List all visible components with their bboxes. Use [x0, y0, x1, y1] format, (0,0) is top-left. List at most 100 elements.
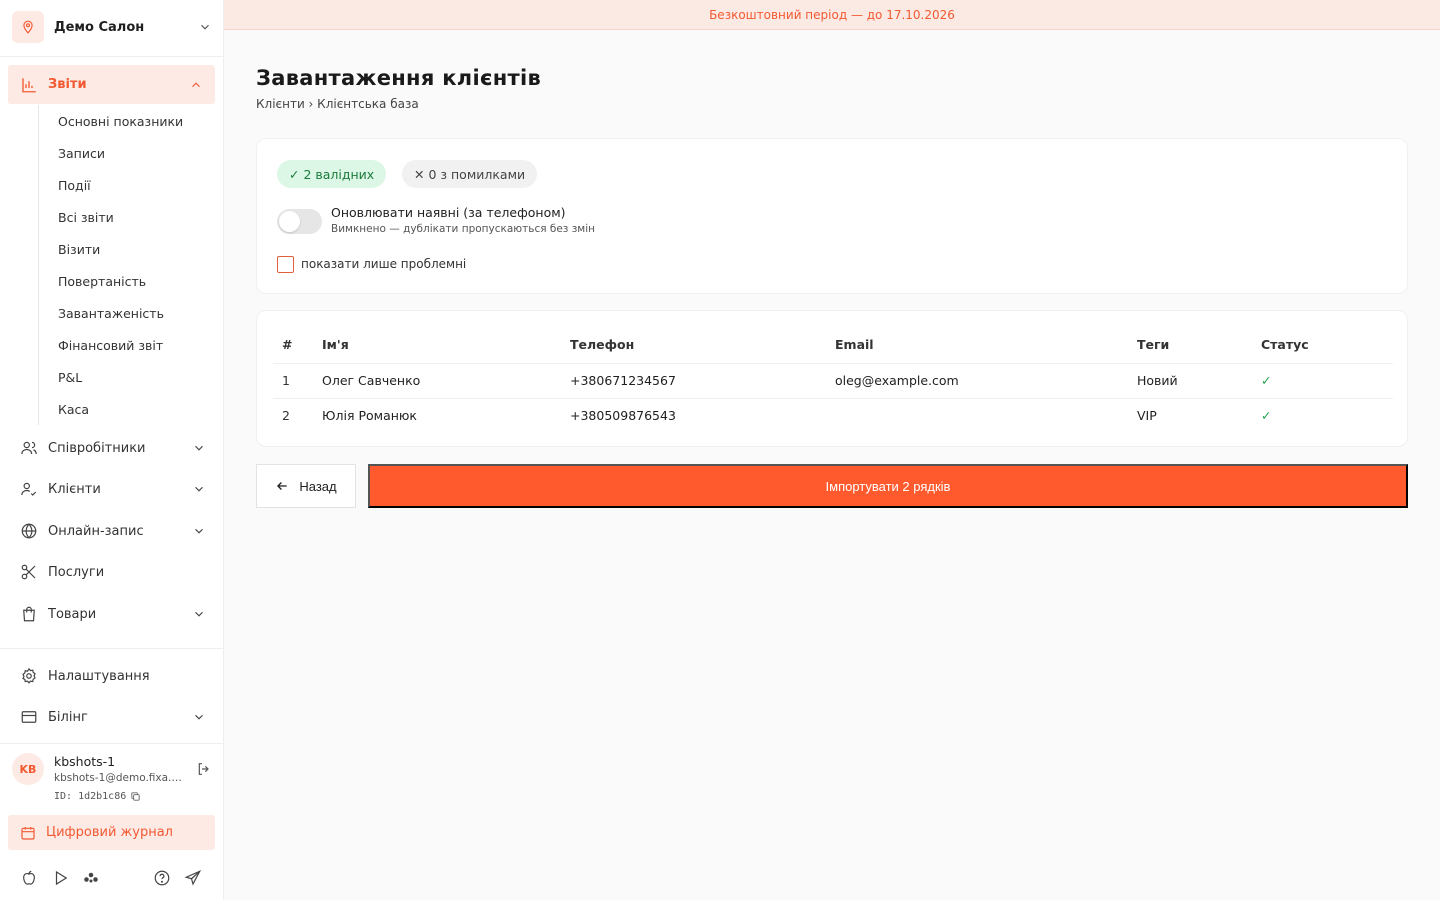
cell-status-check-icon: ✓	[1261, 408, 1272, 424]
avatar: KB	[12, 753, 44, 785]
toggle-title: Оновлювати наявні (за телефоном)	[331, 205, 566, 220]
chevron-down-icon	[198, 20, 212, 34]
nav-item-label: Послуги	[48, 564, 105, 580]
nav-item-services[interactable]: Послуги	[20, 560, 206, 584]
chevron-down-icon	[192, 441, 206, 455]
sidebar: Демо Салон Звіти Основні показники Запис…	[0, 0, 224, 900]
map-pin-icon	[12, 11, 44, 43]
user-email: kbshots-1@demo.fixa.beauty	[54, 772, 186, 784]
import-summary-card: ✓ 2 валідних ✕ 0 з помилками Оновлювати …	[256, 138, 1408, 294]
user-id-text: ID: 1d2b1c86	[54, 791, 127, 802]
table-row: 2 Юлія Романюк +380509876543 VIP ✓	[273, 398, 1393, 433]
subnav-item[interactable]: Фінансовий звіт	[58, 338, 163, 353]
cell-name: Юлія Романюк	[322, 408, 417, 424]
scissors-icon	[20, 563, 38, 581]
cell-tags: Новий	[1128, 363, 1252, 399]
salon-name: Демо Салон	[54, 19, 145, 35]
cell-phone: +380671234567	[561, 363, 826, 399]
salon-selector[interactable]: Демо Салон	[12, 11, 212, 43]
nav-item-label: Налаштування	[48, 668, 150, 684]
cell-tags: VIP	[1137, 408, 1157, 424]
community-icon[interactable]	[82, 869, 100, 887]
subnav-item[interactable]: Всі звіти	[58, 210, 114, 225]
footer-icons	[20, 869, 204, 887]
chevron-down-icon	[192, 524, 206, 538]
subnav-item[interactable]: Основні показники	[58, 114, 183, 129]
show-problems-checkbox[interactable]	[277, 256, 294, 273]
nav-item-label: Звіти	[48, 77, 87, 92]
subnav-item[interactable]: Візити	[58, 242, 100, 257]
divider	[0, 648, 223, 649]
subnav-item[interactable]: Записи	[58, 146, 105, 161]
divider	[0, 56, 223, 57]
play-icon[interactable]	[52, 869, 70, 887]
user-name: kbshots-1	[54, 754, 116, 769]
nav-item-label: Клієнти	[48, 481, 101, 497]
bar-chart-icon	[20, 76, 38, 94]
cell-phone: +380509876543	[570, 408, 676, 424]
digital-journal-button[interactable]: Цифровий журнал	[8, 815, 215, 850]
subnav-item[interactable]: P&L	[58, 370, 82, 385]
toggle-knob	[279, 211, 300, 232]
cell-name: Олег Савченко	[313, 363, 561, 399]
col-header-status: Статус	[1252, 327, 1393, 364]
user-check-icon	[20, 480, 38, 498]
nav-item-settings[interactable]: Налаштування	[20, 664, 206, 688]
cell-index: 1	[273, 363, 313, 399]
reports-submenu: Основні показники Записи Події Всі звіти…	[38, 105, 218, 425]
telegram-icon[interactable]	[184, 869, 202, 887]
divider	[0, 743, 223, 744]
page-title: Завантаження клієнтів	[256, 66, 542, 90]
help-icon[interactable]	[153, 869, 171, 887]
users-icon	[20, 439, 38, 457]
globe-icon	[20, 522, 38, 540]
nav-item-products[interactable]: Товари	[20, 602, 206, 626]
credit-card-icon	[20, 708, 38, 726]
chevron-down-icon	[192, 607, 206, 621]
show-problems-label[interactable]: показати лише проблемні	[301, 257, 466, 271]
chevron-down-icon	[192, 482, 206, 496]
cell-email	[826, 398, 1128, 433]
col-header-name: Ім'я	[313, 327, 561, 364]
col-header-tags: Теги	[1128, 327, 1252, 364]
valid-count-badge: ✓ 2 валідних	[277, 160, 387, 188]
preview-table-card: # Ім'я Телефон Email Теги Статус 1 Олег …	[256, 310, 1408, 447]
arrow-left-icon	[275, 479, 289, 493]
col-header-index: #	[273, 327, 313, 364]
preview-table: # Ім'я Телефон Email Теги Статус 1 Олег …	[273, 327, 1393, 433]
col-header-email: Email	[826, 327, 1128, 364]
update-existing-toggle[interactable]	[277, 209, 322, 234]
import-button[interactable]: Імпортувати 2 рядків	[368, 464, 1408, 508]
nav-item-clients[interactable]: Клієнти	[20, 477, 206, 501]
nav-item-staff[interactable]: Співробітники	[20, 436, 206, 460]
toggle-subtitle: Вимкнено — дублікати пропускаються без з…	[331, 223, 596, 235]
nav-item-online-booking[interactable]: Онлайн-запис	[20, 519, 206, 543]
nav-item-label: Співробітники	[48, 440, 146, 456]
table-header-row: # Ім'я Телефон Email Теги Статус	[273, 327, 1393, 364]
nav-item-label: Товари	[48, 606, 97, 622]
col-header-phone: Телефон	[561, 327, 826, 364]
table-row: 1 Олег Савченко +380671234567 oleg@examp…	[273, 363, 1393, 399]
user-profile: KB kbshots-1 kbshots-1@demo.fixa.beauty …	[12, 751, 217, 807]
subnav-item[interactable]: Повертаність	[58, 274, 146, 289]
trial-banner: Безкоштовний період — до 17.10.2026	[224, 0, 1440, 30]
nav-item-label: Онлайн-запис	[48, 523, 144, 539]
nav-item-reports[interactable]: Звіти	[8, 65, 215, 104]
apple-icon[interactable]	[20, 869, 38, 887]
user-id: ID: 1d2b1c86	[54, 791, 141, 802]
nav-item-billing[interactable]: Білінг	[20, 705, 206, 729]
back-button-label: Назад	[299, 478, 337, 494]
calendar-icon	[20, 825, 36, 841]
subnav-item[interactable]: Каса	[58, 402, 89, 417]
gear-icon	[20, 667, 38, 685]
breadcrumb[interactable]: Клієнти › Клієнтська база	[256, 97, 419, 111]
back-button[interactable]: Назад	[256, 464, 356, 508]
cell-email: oleg@example.com	[826, 363, 1128, 399]
copy-icon[interactable]	[130, 791, 141, 802]
subnav-item[interactable]: Завантаженість	[58, 306, 164, 321]
cell-index: 2	[282, 408, 290, 424]
nav-item-label: Білінг	[48, 709, 88, 725]
logout-icon[interactable]	[196, 761, 212, 777]
subnav-item[interactable]: Події	[58, 178, 91, 193]
chevron-down-icon	[192, 710, 206, 724]
